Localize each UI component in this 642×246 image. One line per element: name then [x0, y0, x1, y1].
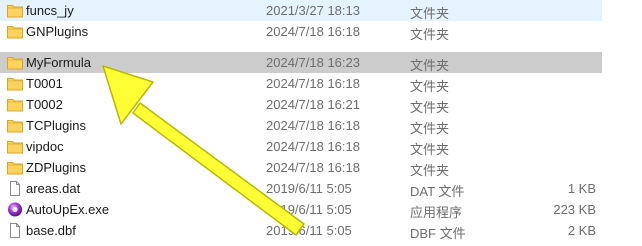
app-icon: [8, 202, 22, 217]
file-row-gnplugins[interactable]: GNPlugins 2024/7/18 16:18 文件夹: [0, 21, 602, 42]
file-row-tcplugins[interactable]: TCPlugins 2024/7/18 16:18 文件夹: [0, 115, 602, 136]
file-name: MyFormula: [26, 55, 92, 70]
file-date: 2024/7/18 16:18: [266, 76, 360, 91]
file-type: 文件夹: [410, 100, 450, 115]
folder-icon: [7, 78, 23, 91]
file-name: ZDPlugins: [26, 160, 86, 175]
file-row-autoupex-exe[interactable]: AutoUpEx.exe 2019/6/11 5:05 应用程序 223 KB: [0, 199, 602, 220]
file-row-vipdoc[interactable]: vipdoc 2024/7/18 16:18 文件夹: [0, 136, 602, 157]
file-size: 2 KB: [567, 223, 596, 238]
file-type: 文件夹: [410, 58, 450, 73]
file-row-t0001[interactable]: T0001 2024/7/18 16:18 文件夹: [0, 73, 602, 94]
file-row-funcs-jy[interactable]: funcs_jy 2021/3/27 18:13 文件夹: [0, 0, 602, 21]
file-date: 2024/7/18 16:18: [266, 24, 360, 39]
file-type: 文件夹: [410, 163, 450, 178]
folder-icon: [7, 5, 23, 18]
file-list: funcs_jy 2021/3/27 18:13 文件夹 GNPlugins 2…: [0, 0, 642, 246]
file-row-base-dbf[interactable]: base.dbf 2019/6/11 5:05 DBF 文件 2 KB: [0, 220, 602, 241]
file-row-myformula[interactable]: MyFormula 2024/7/18 16:23 文件夹: [0, 52, 602, 73]
file-type: DBF 文件: [410, 226, 466, 241]
file-size: 223 KB: [553, 202, 596, 217]
folder-icon: [7, 26, 23, 39]
file-type: 文件夹: [410, 6, 450, 21]
file-date: 2019/6/11 5:05: [266, 202, 352, 217]
file-name: T0002: [26, 97, 63, 112]
file-row-t0002[interactable]: T0002 2024/7/18 16:21 文件夹: [0, 94, 602, 115]
file-size: 1 KB: [567, 181, 596, 196]
folder-icon: [7, 141, 23, 154]
file-name: TCPlugins: [26, 118, 86, 133]
folder-icon: [7, 57, 23, 70]
file-name: AutoUpEx.exe: [26, 202, 110, 217]
file-date: 2024/7/18 16:18: [266, 118, 360, 133]
file-type: DAT 文件: [410, 184, 465, 199]
file-name: areas.dat: [26, 181, 81, 196]
file-type: 应用程序: [410, 205, 463, 220]
file-name: GNPlugins: [26, 24, 89, 39]
file-name: funcs_jy: [26, 3, 74, 18]
file-row-zdplugins[interactable]: ZDPlugins 2024/7/18 16:18 文件夹: [0, 157, 602, 178]
file-name: T0001: [26, 76, 63, 91]
file-type: 文件夹: [410, 79, 450, 94]
folder-icon: [7, 120, 23, 133]
file-row-areas-dat[interactable]: areas.dat 2019/6/11 5:05 DAT 文件 1 KB: [0, 178, 602, 199]
file-date: 2019/6/11 5:05: [266, 181, 352, 196]
file-date: 2021/3/27 18:13: [266, 3, 360, 18]
file-type: 文件夹: [410, 121, 450, 136]
folder-icon: [7, 99, 23, 112]
file-icon: [10, 181, 20, 196]
file-type: 文件夹: [410, 142, 450, 157]
file-type: 文件夹: [410, 27, 450, 42]
file-icon: [10, 223, 20, 238]
file-name: base.dbf: [26, 223, 76, 238]
file-date: 2024/7/18 16:18: [266, 139, 360, 154]
file-date: 2024/7/18 16:18: [266, 160, 360, 175]
file-date: 2024/7/18 16:21: [266, 97, 360, 112]
file-date: 2019/6/11 5:05: [266, 223, 352, 238]
file-name: vipdoc: [26, 139, 64, 154]
folder-icon: [7, 162, 23, 175]
file-date: 2024/7/18 16:23: [266, 55, 360, 70]
